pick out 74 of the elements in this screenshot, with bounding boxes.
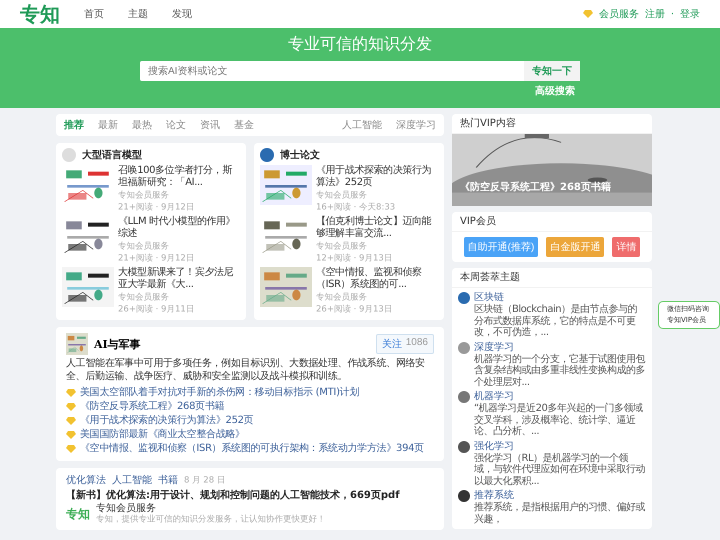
article-meta: 21+阅读 · 9月12日 (118, 254, 196, 264)
separator-dot: · (670, 8, 674, 20)
author-bio: 专知，提供专业可信的知识分发服务，让认知协作更快更好！ (96, 514, 326, 524)
topic-name[interactable]: 深度学习 (474, 342, 646, 354)
topic-name[interactable]: AI与军事 (94, 336, 141, 352)
topic-avatar-icon (458, 391, 470, 403)
author-name[interactable]: 专知会员服务 (96, 503, 366, 514)
topic-name[interactable]: 推荐系统 (474, 490, 646, 502)
tab[interactable]: 推荐 (64, 118, 84, 132)
follow-button[interactable]: 关注 1086 (376, 334, 434, 354)
topic-avatar-icon (62, 148, 76, 162)
tab[interactable]: 最新 (98, 118, 118, 132)
post-tag[interactable]: 书籍 (158, 473, 178, 487)
card-title: 博士论文 (280, 148, 320, 162)
topic-avatar-icon (458, 440, 470, 452)
article-meta: 26+阅读 · 9月11日 (118, 304, 196, 314)
topic-description: “机器学习是近20多年兴起的一门多领域交叉学科，涉及概率论、统计学、逼近论、凸分析、... (474, 403, 644, 438)
nav-link[interactable]: 发现 (172, 7, 192, 21)
panel-title: VIP会员 (452, 212, 652, 232)
topic-avatar-icon (458, 490, 470, 502)
topic-article-link[interactable]: 《空中情报、监视和侦察（ISR）系统图的可执行架构：系统动力学方法》394页 (80, 443, 424, 455)
topic-description: 推荐系统，是指根据用户的习惯、偏好或兴趣， (474, 502, 646, 525)
register-link[interactable]: 注册 (644, 7, 665, 21)
banner-title: 专业可信的知识分发 (288, 34, 432, 55)
article-source: 专知会员服务 (118, 242, 170, 252)
article-title[interactable]: 大模型新课来了！宾夕法尼亚大学最新《大... (118, 267, 240, 291)
topic-description: 区块链（Blockchain）是由节点参与的分布式数据库系统，它的特点是不可更改，不可伪造，... (474, 304, 638, 338)
topic-tab[interactable]: 人工智能 (342, 118, 382, 132)
article-meta: 21+阅读 · 9月12日 (118, 202, 196, 212)
topic-article-link[interactable]: 美国国防部最新《商业太空整合战略》 (80, 429, 245, 441)
article-meta: 16+阅读 · 今天8:33 (316, 202, 396, 212)
topic-avatar-icon (458, 292, 470, 304)
article-title[interactable]: 召唤100多位学者打分，斯坦福新研究：「AI... (118, 165, 240, 189)
author-logo: 专知 (66, 506, 90, 522)
topic-avatar-icon (458, 342, 470, 354)
article-title[interactable]: 《用于战术探索的决策行为算法》252页 (316, 165, 438, 189)
tab[interactable]: 最热 (132, 118, 152, 132)
nav-link[interactable]: 首页 (84, 7, 104, 21)
topic-name[interactable]: 区块链 (474, 292, 646, 304)
article-title[interactable]: 【伯克利博士论文】迈向能够理解丰富交流... (316, 216, 438, 240)
diamond-icon (582, 10, 593, 18)
post-tag[interactable]: 人工智能 (112, 473, 152, 487)
topic-description: 强化学习（RL）是机器学习的一个领域，与软件代理应如何在环境中采取行动以最大化累积... (474, 452, 646, 487)
article-title[interactable]: 《空中情报、监视和侦察（ISR）系统图的可... (316, 267, 438, 291)
search-field[interactable]: 搜索AI资料或论文 (140, 61, 524, 81)
nav-link[interactable]: 主题 (128, 7, 148, 21)
article-title[interactable]: 《LLM 时代小模型的作用》综述 (118, 216, 240, 240)
post-tag[interactable]: 优化算法 (66, 473, 106, 487)
tab[interactable]: 基金 (234, 118, 254, 132)
topic-article-link[interactable]: 美国太空部队着手对抗对手新的杀伤网：移动目标指示 (MTI)计划 (80, 387, 360, 399)
topic-avatar-icon (260, 148, 274, 162)
topic-article-link[interactable]: 《用于战术探索的决策行为算法》252页 (80, 415, 254, 427)
article-source: 专知会员服务 (316, 190, 368, 200)
article-source: 专知会员服务 (118, 190, 170, 200)
site-logo[interactable]: 专知 (20, 0, 60, 28)
post-title[interactable]: 【新书】优化算法:用于设计、规划和控制问题的人工智能技术，669页pdf (66, 488, 434, 502)
card-title: 大型语言模型 (82, 148, 142, 162)
panel-title: 本周荟萃主题 (452, 268, 652, 288)
article-source: 专知会员服务 (316, 292, 368, 302)
topic-name[interactable]: 强化学习 (474, 440, 646, 452)
topic-description: 机器学习的一个分支，它基于试图使用包含复杂结构或由多重非线性变换构成的多个处理层对... (474, 354, 646, 388)
tab[interactable]: 资讯 (200, 118, 220, 132)
article-source: 专知会员服务 (118, 292, 170, 302)
topic-tab[interactable]: 深度学习 (396, 118, 436, 132)
vip-service-link[interactable]: 会员服务 (598, 7, 639, 21)
tab[interactable]: 论文 (166, 118, 186, 132)
topic-description: 人工智能在军事中可用于多项任务，例如目标识别、大数据处理、作战系统、网络安全、后勤运输、战争医疗、威胁和安全监测以及战斗模拟和训练。 (66, 357, 426, 383)
article-source: 专知会员服务 (316, 242, 368, 252)
topic-name[interactable]: 机器学习 (474, 391, 646, 403)
post-date: 8 月 28 日 (184, 475, 226, 485)
article-meta: 26+阅读 · 9月13日 (316, 304, 394, 314)
login-link[interactable]: 登录 (680, 7, 700, 21)
topic-article-link[interactable]: 《防空反导系统工程》268页书籍 (80, 401, 224, 413)
article-meta: 12+阅读 · 9月13日 (316, 254, 394, 264)
